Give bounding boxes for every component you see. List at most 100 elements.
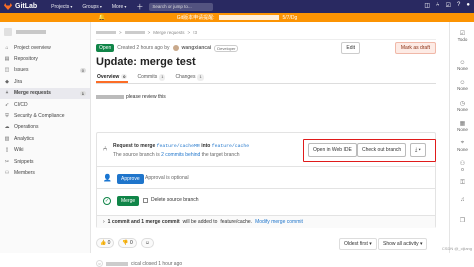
merge-request-icon: ⑃ — [5, 90, 9, 97]
watermark: CSDN @_cijiang — [441, 246, 472, 251]
mr-tabs: Overview 0 Commits 1 Changes 1 — [96, 72, 436, 84]
sidebar-item-label: Jira — [14, 78, 23, 85]
divider — [96, 39, 436, 40]
author-avatar[interactable] — [172, 45, 179, 51]
merge-widget: ⑃ Request to merge feature/cacheMR into … — [96, 132, 436, 228]
closed-icon: ○ — [96, 260, 103, 267]
approval-icon: 👤 — [103, 175, 112, 182]
sidebar-item-analytics[interactable]: ▥ Analytics — [0, 133, 90, 144]
search-input[interactable]: Search or jump to... — [149, 2, 214, 11]
avatar[interactable]: ● — [466, 2, 470, 9]
mention-redacted[interactable] — [96, 95, 124, 99]
tab-commits[interactable]: Commits 1 — [136, 72, 166, 83]
brand-name: GitLab — [15, 3, 38, 10]
right-sidebar-label: None — [457, 147, 468, 152]
sidebar-item-wiki[interactable]: ▯ Wiki — [0, 145, 90, 156]
source-branch[interactable]: feature/cacheMR — [157, 144, 200, 149]
open-web-ide-button[interactable]: Open in Web IDE — [308, 143, 357, 157]
right-sidebar-item[interactable]: ♫ — [450, 197, 474, 203]
project-header[interactable] — [0, 22, 90, 42]
label-icon: ⌖ — [460, 140, 465, 146]
snippet-icon: ✂ — [4, 158, 10, 165]
sidebar-item-merge-requests[interactable]: ⑃ Merge requests 1 — [0, 87, 90, 99]
activity-filter-dropdown[interactable]: Show all activity ▾ — [378, 238, 428, 250]
created-text: Created 2 hours ago by — [117, 45, 170, 51]
breadcrumb-mr-id[interactable]: !3 — [193, 30, 197, 35]
sidebar-item-ci-cd[interactable]: ➶ CI/CD — [0, 99, 90, 110]
author-name[interactable]: wangxiancai — [182, 45, 212, 51]
right-sidebar-item[interactable]: ☺ None — [450, 60, 474, 71]
filter-label: Show all activity — [383, 241, 419, 247]
sidebar-item-snippets[interactable]: ✂ Snippets — [0, 156, 90, 167]
tab-count: 1 — [197, 74, 204, 81]
modify-merge-commit-link[interactable]: Modify merge commit — [255, 219, 303, 225]
tab-changes[interactable]: Changes 1 — [174, 72, 204, 83]
thumbs-down-count: 0 — [130, 240, 133, 246]
bell-icon: 🔔 — [98, 15, 106, 21]
breadcrumb-redacted — [124, 31, 145, 34]
thumbs-up-button[interactable]: 👍 0 — [96, 238, 115, 248]
right-sidebar-item[interactable]: ⚿ — [450, 180, 474, 187]
sidebar-item-security-compliance[interactable]: ⛨ Security & Compliance — [0, 110, 90, 121]
right-sidebar-item[interactable]: ☑ Todo — [450, 30, 474, 42]
right-sidebar-label: 0 — [461, 167, 464, 172]
bell-icon: ♫ — [460, 197, 465, 203]
delete-source-checkbox[interactable] — [143, 198, 148, 203]
issues-icon: ◫ — [4, 67, 10, 74]
right-sidebar-label: None — [457, 107, 468, 112]
mark-as-draft-button[interactable]: Mark as draft — [394, 42, 436, 54]
commit-branch: feature/cache. — [220, 219, 253, 225]
approve-button[interactable]: Approve — [117, 174, 144, 184]
right-sidebar-label: None — [457, 127, 468, 132]
right-sidebar-item[interactable]: ⚇ 0 — [450, 160, 474, 172]
project-avatar — [4, 28, 12, 36]
cloud-icon: ☁ — [4, 124, 10, 131]
merge-request-icon[interactable]: ⑃ — [436, 2, 440, 9]
edit-button[interactable]: Edit — [341, 42, 360, 54]
activity-item: ○ cical closed 1 hour ago — [96, 260, 182, 267]
sidebar-item-label: Project overview — [14, 44, 51, 51]
sidebar-item-label: Members — [14, 169, 35, 176]
sidebar-item-project-overview[interactable]: ⌂ Project overview — [0, 42, 90, 53]
sidebar-item-label: Issues — [14, 67, 29, 74]
chevron-right-icon[interactable]: › — [103, 219, 105, 225]
right-sidebar-item[interactable]: ❐ — [450, 217, 474, 224]
sidebar-item-jira[interactable]: ◆ Jira — [0, 76, 90, 87]
plus-icon[interactable]: ＋ — [136, 2, 143, 12]
merge-request-icon: ⑃ — [103, 146, 108, 153]
sidebar-item-issues[interactable]: ◫ Issues 0 — [0, 65, 90, 76]
todo-icon[interactable]: ☑ — [446, 2, 451, 9]
nav-groups[interactable]: Groups — [82, 4, 102, 10]
right-sidebar-item[interactable]: ☺ None — [450, 80, 474, 91]
add-reaction-icon[interactable]: ☺ — [140, 238, 154, 248]
download-icon[interactable]: ⤓ ▾ — [410, 143, 426, 157]
thumbs-down-button[interactable]: 👎 0 — [118, 238, 137, 248]
help-icon[interactable]: ? — [457, 2, 460, 9]
behind-link[interactable]: 2 commits behind — [161, 152, 200, 158]
tab-count: 1 — [159, 74, 166, 81]
breadcrumb-merge-requests[interactable]: Merge requests — [153, 30, 184, 35]
gitlab-logo[interactable]: GitLab — [4, 3, 37, 10]
sidebar-item-members[interactable]: ⚇ Members — [0, 167, 90, 178]
check-out-branch-button[interactable]: Check out branch — [357, 143, 407, 157]
checkbox-icon: ☑ — [459, 31, 466, 37]
nav-projects[interactable]: Projects — [51, 4, 72, 10]
merge-info-text: Request to merge feature/cacheMR into fe… — [113, 143, 249, 149]
tab-count: 0 — [121, 74, 128, 79]
sidebar-item-repository[interactable]: ▤ Repository — [0, 53, 90, 64]
sort-dropdown[interactable]: Oldest first ▾ — [339, 238, 377, 250]
right-sidebar-label: None — [457, 86, 468, 91]
issues-icon[interactable]: ◫ — [424, 2, 430, 9]
activity-user-redacted[interactable] — [106, 261, 128, 266]
nav-more[interactable]: More — [112, 4, 127, 10]
chart-icon: ▥ — [4, 135, 10, 142]
sidebar-item-operations[interactable]: ☁ Operations — [0, 122, 90, 133]
right-sidebar-item[interactable]: ◷ None — [450, 100, 474, 112]
target-branch[interactable]: feature/cache — [212, 144, 249, 149]
right-sidebar-item[interactable]: ▦ None — [450, 120, 474, 132]
merge-button[interactable]: Merge — [117, 196, 140, 206]
tab-overview[interactable]: Overview 0 — [96, 72, 129, 83]
delete-source-label[interactable]: Delete source branch — [151, 197, 199, 203]
right-sidebar-item[interactable]: ⌖ None — [450, 140, 474, 152]
sort-label: Oldest first — [344, 241, 368, 247]
